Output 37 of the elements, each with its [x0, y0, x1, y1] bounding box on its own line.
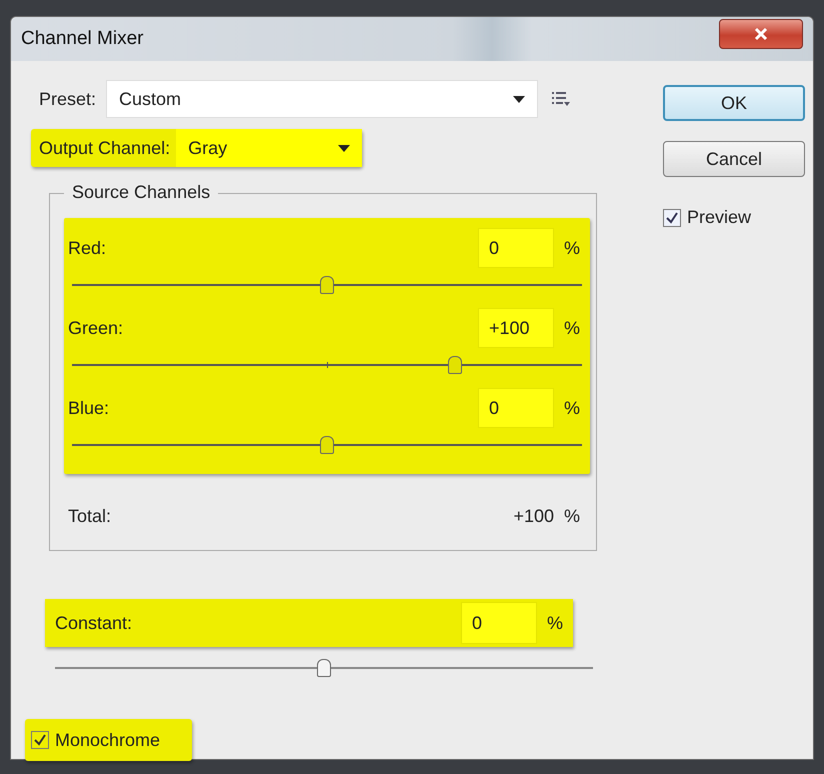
percent-field[interactable]: +100 — [478, 308, 554, 348]
dialog-button[interactable]: OK — [663, 85, 805, 121]
slider-thumb[interactable] — [317, 659, 331, 677]
channel-label: Red: — [68, 238, 108, 258]
percent-unit: % — [562, 506, 581, 526]
total-label: Total: — [68, 506, 112, 526]
percent-unit: % — [562, 398, 581, 418]
channel-label: Blue: — [68, 398, 110, 418]
output-channel-dropdown[interactable]: Gray — [176, 129, 362, 167]
preset-dropdown[interactable]: Custom — [106, 80, 538, 118]
caret-icon — [513, 96, 526, 102]
slider-thumb[interactable] — [320, 436, 334, 454]
percent-unit: % — [546, 612, 564, 634]
percent-field[interactable]: 0 — [461, 602, 537, 644]
preset-label: Preset: — [39, 88, 96, 110]
caret-icon — [338, 144, 350, 152]
monochrome-checkbox[interactable]: Monochrome — [25, 719, 192, 761]
slider-thumb[interactable] — [320, 276, 334, 294]
dialog-button[interactable]: Cancel — [663, 141, 805, 177]
close-button[interactable] — [719, 19, 803, 49]
percent-field[interactable]: 0 — [478, 388, 554, 428]
percent-field[interactable]: 0 — [478, 228, 554, 268]
window-title: Channel Mixer — [21, 28, 144, 50]
channel-label: Green: — [68, 318, 124, 338]
total-value: +100 — [512, 506, 554, 526]
checkbox[interactable] — [663, 208, 681, 226]
percent-unit: % — [562, 238, 581, 258]
check-icon — [33, 733, 47, 747]
checkbox[interactable] — [31, 731, 49, 749]
close-icon — [754, 27, 768, 41]
slider-thumb[interactable] — [448, 356, 462, 374]
percent-unit: % — [562, 318, 581, 338]
menu-icon[interactable] — [552, 91, 570, 107]
check-icon — [665, 210, 679, 224]
constant-label: Constant: — [55, 612, 134, 634]
output-channel-label: Output Channel: — [39, 138, 170, 158]
preview-checkbox[interactable]: Preview — [663, 207, 805, 228]
